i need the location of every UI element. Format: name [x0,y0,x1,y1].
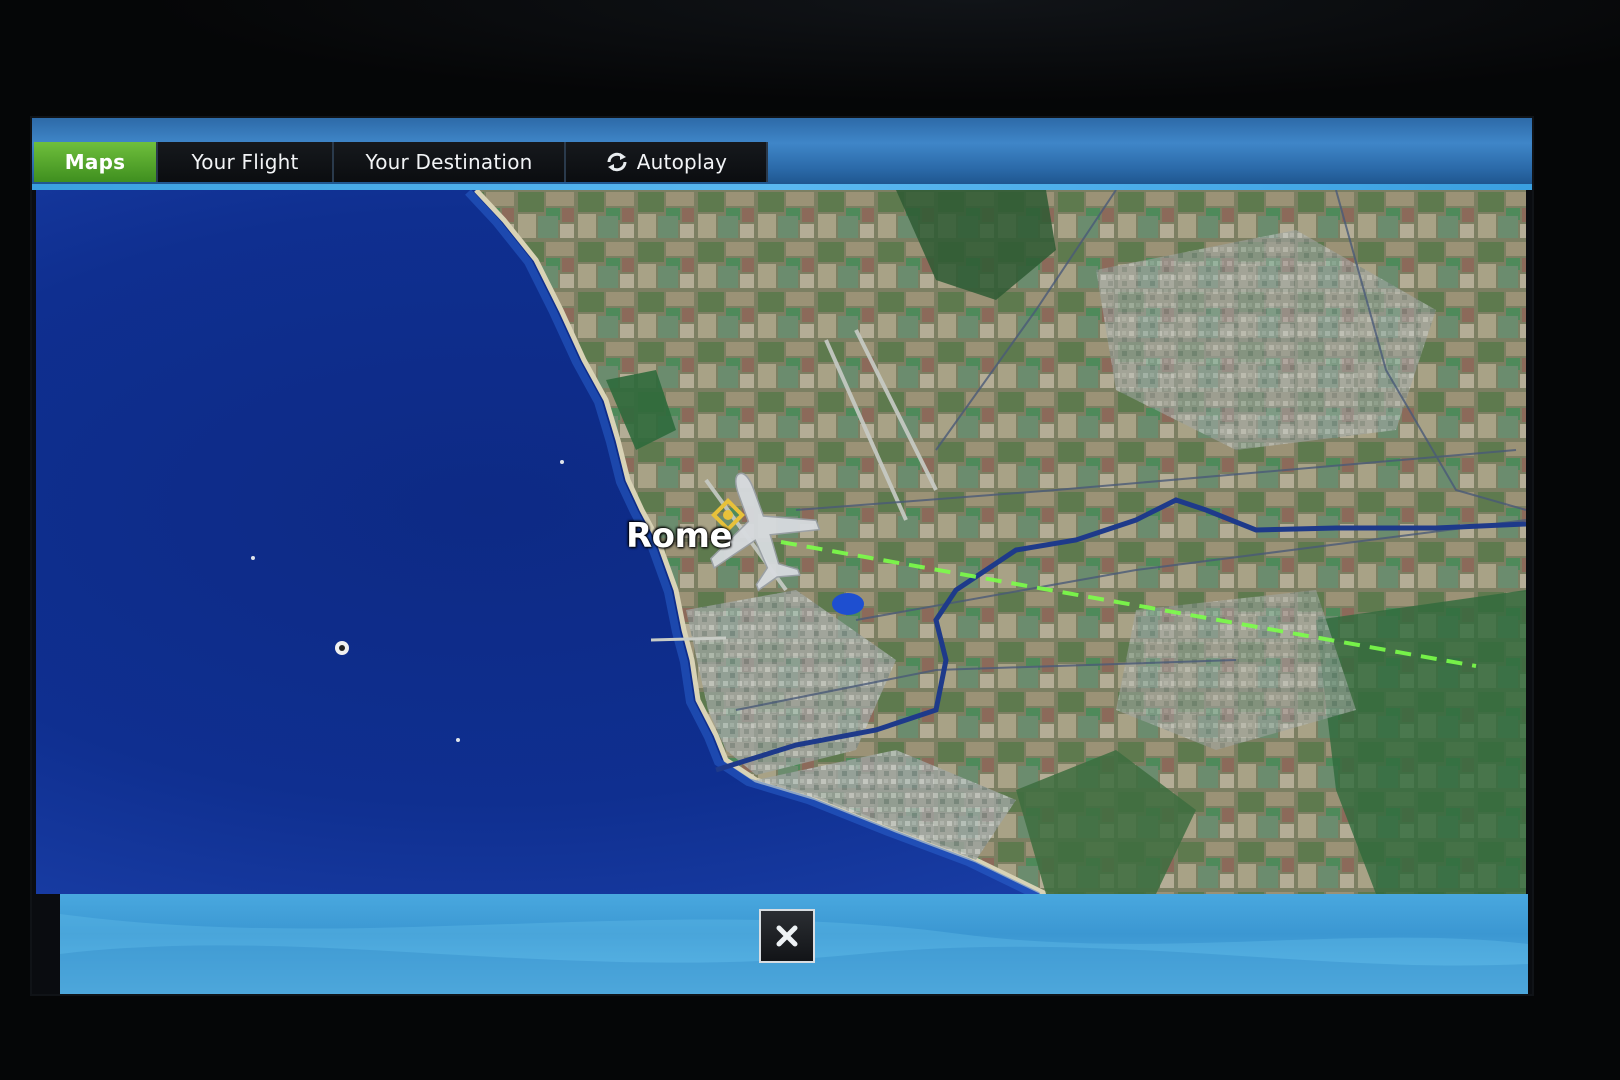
close-icon [776,925,798,947]
tab-autoplay-label: Autoplay [636,150,728,174]
ship-icon [335,641,349,655]
inflight-entertainment-screen: Maps Your Flight Your Destination Autopl… [32,118,1532,994]
bottom-bar-edge [32,894,60,994]
tab-your-destination-label: Your Destination [365,150,533,174]
map-view[interactable]: Rome [36,190,1526,894]
tab-maps-label: Maps [64,150,126,174]
close-button[interactable] [759,909,815,963]
tab-bar: Maps Your Flight Your Destination Autopl… [34,142,768,182]
top-navigation-bar: Maps Your Flight Your Destination Autopl… [32,118,1532,190]
monitor-bezel [0,0,1620,120]
satellite-map [36,190,1526,894]
tab-your-destination[interactable]: Your Destination [334,142,566,182]
city-label-rome: Rome [626,516,733,556]
autoplay-icon [605,151,629,173]
tab-your-flight-label: Your Flight [191,150,299,174]
tab-maps[interactable]: Maps [34,142,158,182]
lake [832,593,864,615]
tab-autoplay[interactable]: Autoplay [566,142,768,182]
bottom-control-bar [60,894,1528,994]
tab-your-flight[interactable]: Your Flight [158,142,334,182]
